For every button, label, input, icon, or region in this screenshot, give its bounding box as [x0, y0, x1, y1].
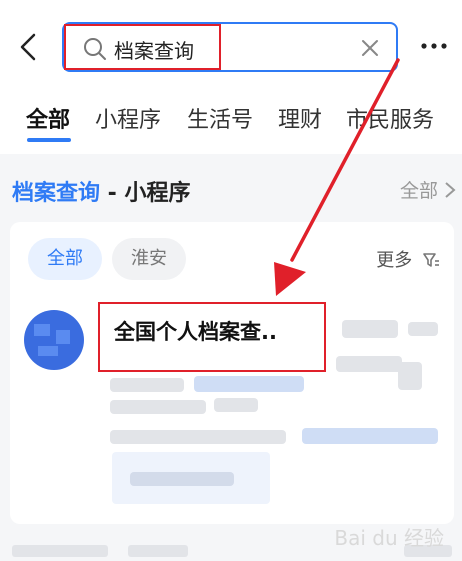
blurred-text — [110, 430, 286, 444]
top-bar: 档案查询 — [0, 0, 462, 90]
annotation-highlight-app — [98, 302, 326, 372]
annotation-highlight-search — [64, 24, 221, 70]
blurred-link-text — [302, 428, 438, 444]
filter-chip-huaian[interactable]: 淮安 — [112, 238, 186, 280]
blurred-text — [398, 362, 422, 390]
more-filter-label: 更多 — [376, 250, 413, 271]
chevron-right-icon — [445, 182, 456, 198]
blurred-text — [130, 472, 234, 486]
clear-icon[interactable] — [360, 38, 380, 58]
blurred-text — [12, 545, 108, 557]
tab-citizen-services[interactable]: 市民服务 — [346, 102, 434, 134]
blurred-text — [110, 400, 206, 414]
filter-icon — [423, 253, 439, 267]
app-icon-pixel — [34, 324, 50, 336]
app-icon-pixel — [56, 330, 70, 344]
back-arrow-icon[interactable] — [14, 32, 44, 62]
section-title: 档案查询 - 小程序 — [12, 175, 190, 207]
filter-chip-all[interactable]: 全部 — [28, 238, 102, 280]
blurred-text — [342, 320, 398, 338]
section-all-link[interactable]: 全部 — [400, 176, 456, 203]
blurred-link-text — [194, 376, 304, 392]
app-icon-pixel — [38, 346, 58, 356]
section-title-type: - 小程序 — [100, 181, 191, 206]
blurred-text — [110, 378, 184, 392]
section-all-label: 全部 — [399, 180, 438, 202]
blurred-text — [214, 398, 258, 412]
tab-finance[interactable]: 理财 — [278, 102, 322, 134]
more-filter-button[interactable]: 更多 — [376, 246, 440, 272]
blurred-text — [336, 356, 402, 372]
blurred-text — [128, 545, 188, 557]
section-title-keyword: 档案查询 — [12, 181, 101, 206]
tab-all[interactable]: 全部 — [26, 102, 70, 134]
watermark: Bai du 经验 — [334, 526, 444, 550]
category-tabs: 全部 小程序 生活号 理财 市民服务 — [0, 90, 462, 154]
blurred-text — [408, 322, 438, 336]
tab-active-indicator — [27, 138, 71, 142]
tab-mini-programs[interactable]: 小程序 — [95, 102, 161, 134]
service-tag[interactable] — [112, 452, 270, 504]
more-options-icon[interactable] — [420, 38, 448, 54]
tab-life-accounts[interactable]: 生活号 — [187, 102, 253, 134]
app-icon[interactable] — [24, 310, 84, 370]
result-card: 全部 淮安 更多 全国个人档案查.. — [10, 222, 454, 524]
